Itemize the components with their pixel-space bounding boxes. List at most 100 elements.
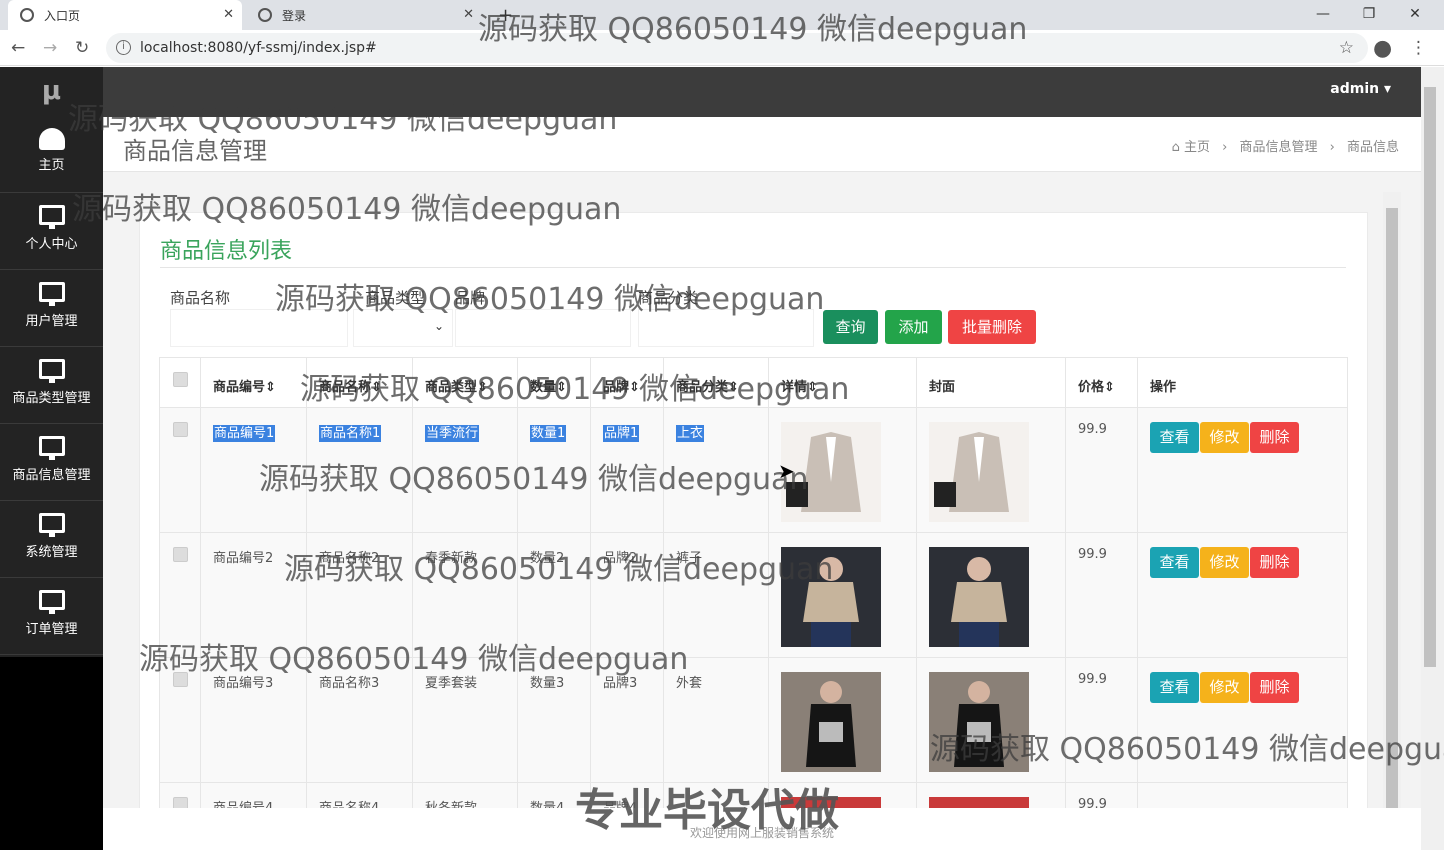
monitor-icon xyxy=(38,282,65,306)
col-code[interactable]: 商品编号⇕ xyxy=(200,357,307,408)
product-name-input[interactable] xyxy=(170,309,348,347)
cell-category: 外套 xyxy=(663,657,769,783)
window-close-icon[interactable]: ✕ xyxy=(1392,2,1438,26)
col-category[interactable]: 商品分类⇕ xyxy=(663,357,769,408)
sidebar-item-orders[interactable]: 订单管理 xyxy=(0,578,103,655)
batch-delete-button[interactable]: 批量删除 xyxy=(948,310,1036,344)
cell-code: 商品编号2 xyxy=(200,532,307,658)
divider xyxy=(160,267,1346,268)
sidebar-item-users[interactable]: 用户管理 xyxy=(0,270,103,347)
logo: μ xyxy=(41,76,62,106)
table-row: 商品编号2 商品名称2 春季新款 数量2 品牌2 裤子 99.9 查看 修改 删除 xyxy=(159,532,1348,658)
cell-name: 商品名称1 xyxy=(319,425,382,442)
query-button[interactable]: 查询 xyxy=(823,310,878,344)
cell-type: 夏季套装 xyxy=(412,657,518,783)
monitor-icon xyxy=(38,436,65,460)
profile-icon[interactable]: ● xyxy=(1373,36,1392,61)
globe-icon xyxy=(20,8,34,22)
browser-tabbar: 入口页 ✕ 登录 ✕ + — ❐ ✕ xyxy=(0,0,1444,30)
row-checkbox[interactable] xyxy=(173,672,188,687)
sidebar-item-products[interactable]: 商品信息管理 xyxy=(0,424,103,501)
breadcrumb-home[interactable]: 主页 xyxy=(1184,140,1210,155)
globe-icon xyxy=(258,8,272,22)
cell-code: 商品编号3 xyxy=(200,657,307,783)
page-title: 商品信息管理 xyxy=(123,137,267,165)
col-type[interactable]: 商品类型⇕ xyxy=(412,357,518,408)
chevron-down-icon: ⌄ xyxy=(433,319,444,333)
detail-image xyxy=(781,422,881,522)
category-input[interactable] xyxy=(638,309,814,347)
edit-button[interactable]: 修改 xyxy=(1200,422,1249,453)
sidebar-item-system[interactable]: 系统管理 xyxy=(0,501,103,578)
view-button[interactable]: 查看 xyxy=(1150,672,1199,703)
col-actions: 操作 xyxy=(1137,357,1348,408)
add-button[interactable]: 添加 xyxy=(885,310,942,344)
cell-brand: 品牌2 xyxy=(590,532,664,658)
delete-button[interactable]: 删除 xyxy=(1250,422,1299,453)
select-all-checkbox[interactable] xyxy=(173,372,188,387)
view-button[interactable]: 查看 xyxy=(1150,547,1199,578)
close-tab-icon[interactable]: ✕ xyxy=(463,7,474,22)
cell-name: 商品名称3 xyxy=(306,657,413,783)
col-qty[interactable]: 数量⇕ xyxy=(517,357,591,408)
col-name[interactable]: 商品名称⇕ xyxy=(306,357,413,408)
col-price[interactable]: 价格⇕ xyxy=(1065,357,1138,408)
sidebar-bottom xyxy=(0,657,103,850)
cell-category: 上衣 xyxy=(676,425,705,442)
filter-label-type: 商品类型 xyxy=(365,289,426,307)
table-row: 商品编号1 商品名称1 当季流行 数量1 品牌1 上衣 99.9 查看 修改 删除 xyxy=(159,407,1348,533)
monitor-icon xyxy=(38,359,65,383)
col-cover: 封面 xyxy=(916,357,1066,408)
cover-image xyxy=(929,422,1029,522)
cell-brand: 品牌1 xyxy=(603,425,640,442)
tab-login[interactable]: 登录 ✕ xyxy=(246,0,482,30)
menu-icon[interactable]: ⋮ xyxy=(1410,38,1427,58)
back-icon[interactable]: ← xyxy=(11,38,25,58)
new-tab-button[interactable]: + xyxy=(498,0,522,30)
url-text: localhost:8080/yf-ssmj/index.jsp# xyxy=(140,40,377,56)
product-table: 商品编号⇕ 商品名称⇕ 商品类型⇕ 数量⇕ 品牌⇕ 商品分类⇕ 详情⇕ 封面 价… xyxy=(159,357,1348,823)
sidebar-item-profile[interactable]: 个人中心 xyxy=(0,193,103,270)
monitor-icon xyxy=(38,590,65,614)
tab-entry[interactable]: 入口页 ✕ xyxy=(8,0,242,30)
sidebar-item-home[interactable]: 主页 xyxy=(0,116,103,193)
sidebar-item-label: 用户管理 xyxy=(25,314,78,329)
view-button[interactable]: 查看 xyxy=(1150,422,1199,453)
cell-qty: 数量3 xyxy=(517,657,591,783)
delete-button[interactable]: 删除 xyxy=(1250,547,1299,578)
panel-title: 商品信息列表 xyxy=(160,239,293,264)
cell-name: 商品名称2 xyxy=(306,532,413,658)
col-detail[interactable]: 详情⇕ xyxy=(768,357,917,408)
brand-input[interactable] xyxy=(455,309,631,347)
cover-image xyxy=(929,672,1029,772)
sidebar-item-label: 主页 xyxy=(38,158,65,173)
user-menu[interactable]: admin ▾ xyxy=(1330,81,1391,97)
col-brand[interactable]: 品牌⇕ xyxy=(590,357,664,408)
cell-qty: 数量1 xyxy=(530,425,567,442)
reload-icon[interactable]: ↻ xyxy=(75,38,89,58)
sidebar-item-label: 商品类型管理 xyxy=(12,391,91,406)
monitor-icon xyxy=(38,513,65,537)
cell-brand: 品牌3 xyxy=(590,657,664,783)
product-type-select[interactable]: ⌄ xyxy=(353,309,453,347)
cell-price: 99.9 xyxy=(1065,407,1138,533)
forward-icon[interactable]: → xyxy=(43,38,57,58)
close-tab-icon[interactable]: ✕ xyxy=(223,7,234,22)
page-scrollbar[interactable] xyxy=(1421,67,1444,850)
delete-button[interactable]: 删除 xyxy=(1250,672,1299,703)
sidebar-item-product-types[interactable]: 商品类型管理 xyxy=(0,347,103,424)
row-checkbox[interactable] xyxy=(173,547,188,562)
minimize-icon[interactable]: — xyxy=(1300,2,1346,26)
edit-button[interactable]: 修改 xyxy=(1200,672,1249,703)
url-field[interactable]: i localhost:8080/yf-ssmj/index.jsp# ☆ xyxy=(106,33,1368,63)
restore-icon[interactable]: ❐ xyxy=(1346,2,1392,26)
edit-button[interactable]: 修改 xyxy=(1200,547,1249,578)
cell-type: 春季新款 xyxy=(412,532,518,658)
tab-label: 入口页 xyxy=(44,8,81,23)
breadcrumb-products[interactable]: 商品信息管理 xyxy=(1239,140,1317,155)
site-info-icon[interactable]: i xyxy=(116,40,131,55)
content-scrollbar[interactable] xyxy=(1383,192,1401,808)
tab-label: 登录 xyxy=(282,8,307,23)
row-checkbox[interactable] xyxy=(173,422,188,437)
star-icon[interactable]: ☆ xyxy=(1339,33,1354,63)
